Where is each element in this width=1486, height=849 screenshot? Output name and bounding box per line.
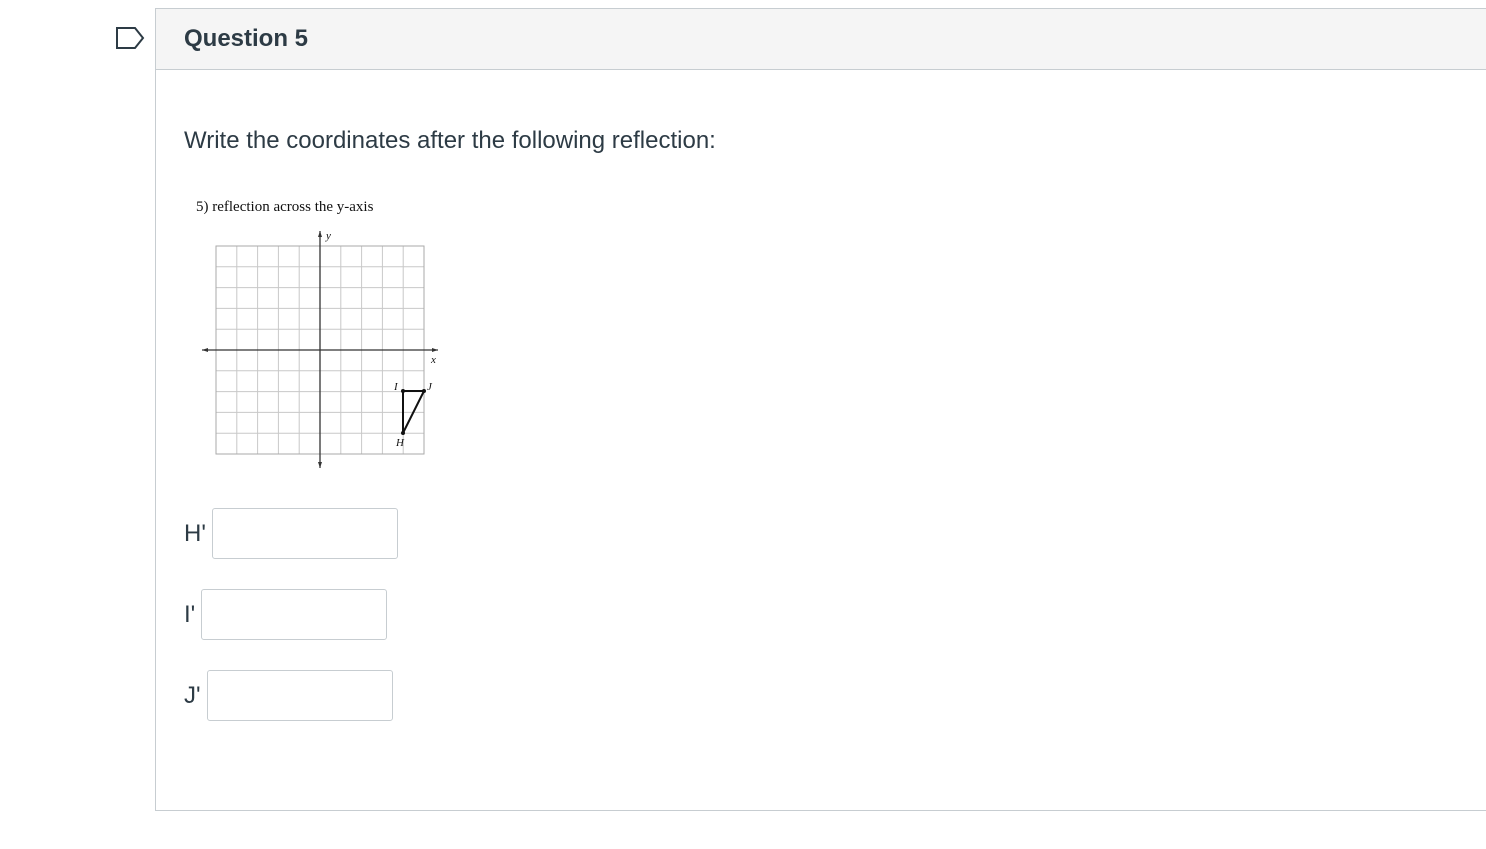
- point-j: [422, 389, 426, 393]
- answer-input-i[interactable]: [201, 589, 388, 640]
- question-prompt: Write the coordinates after the followin…: [184, 127, 716, 154]
- answer-label-h: H': [184, 519, 206, 547]
- y-axis-top-arrow: [318, 231, 322, 237]
- coordinate-grid: y x H I J: [202, 230, 438, 468]
- label-h: H: [395, 437, 405, 449]
- question-header: Question 5: [156, 9, 1486, 70]
- answer-row-i: I': [184, 589, 388, 640]
- y-axis-bottom-arrow: [318, 462, 322, 468]
- reflection-figure: 5) reflection across the y-axis y x H I …: [194, 193, 454, 468]
- point-h: [401, 431, 405, 435]
- x-axis-right-arrow: [432, 348, 438, 352]
- question-title: Question 5: [184, 25, 309, 52]
- answer-input-h[interactable]: [211, 508, 398, 559]
- x-axis-left-arrow: [202, 348, 208, 352]
- point-i: [401, 389, 405, 393]
- answer-label-j: J': [184, 681, 201, 709]
- flag-question-icon[interactable]: [115, 26, 145, 50]
- answer-label-i: I': [184, 600, 196, 628]
- label-j: J: [427, 381, 433, 393]
- answer-row-j: J': [184, 670, 393, 721]
- answer-input-j[interactable]: [206, 670, 393, 721]
- x-axis-label: x: [430, 354, 436, 366]
- question-card: Question 5 Write the coordinates after t…: [155, 8, 1486, 811]
- y-axis-label: y: [325, 230, 331, 242]
- answer-row-h: H': [184, 508, 398, 559]
